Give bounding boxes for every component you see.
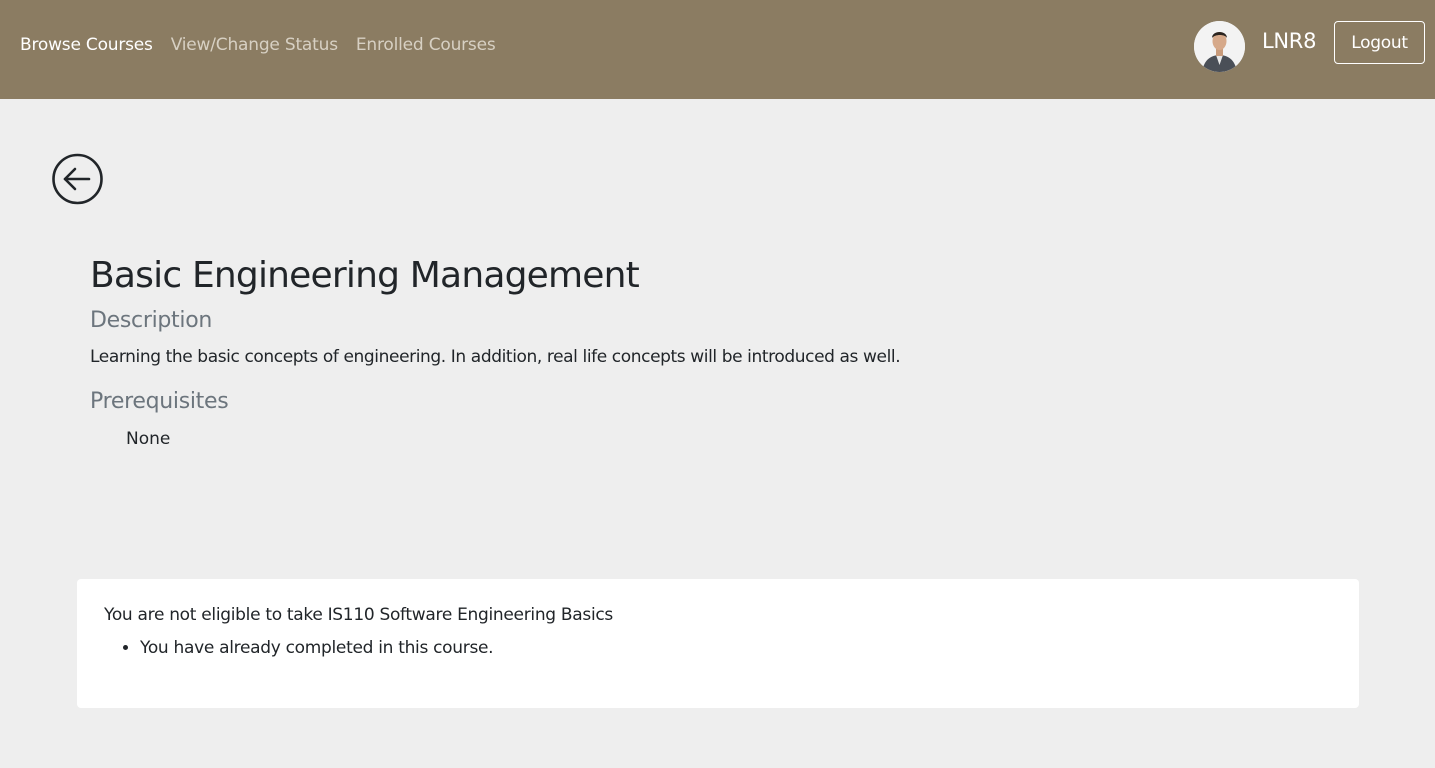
eligibility-reasons: You have already completed in this cours… <box>140 638 494 658</box>
course-title: Basic Engineering Management <box>90 255 640 296</box>
description-heading: Description <box>90 308 212 333</box>
user-avatar-icon <box>1194 21 1245 72</box>
course-description: Learning the basic concepts of engineeri… <box>90 347 901 367</box>
nav-view-change-status[interactable]: View/Change Status <box>171 35 338 55</box>
eligibility-alert: You are not eligible to take IS110 Softw… <box>77 579 1359 708</box>
nav-browse-courses[interactable]: Browse Courses <box>20 35 153 55</box>
nav-enrolled-courses[interactable]: Enrolled Courses <box>356 35 496 55</box>
prerequisites-list: None <box>126 429 170 449</box>
prerequisites-heading: Prerequisites <box>90 389 229 414</box>
top-navbar: Browse Courses View/Change Status Enroll… <box>0 0 1435 99</box>
nav-links: Browse Courses View/Change Status Enroll… <box>20 35 496 55</box>
avatar[interactable] <box>1194 21 1245 72</box>
eligibility-message: You are not eligible to take IS110 Softw… <box>104 605 613 625</box>
arrow-left-circle-icon <box>52 153 103 205</box>
prerequisite-item: None <box>126 429 171 449</box>
eligibility-reason-item: You have already completed in this cours… <box>140 638 494 658</box>
back-button[interactable] <box>51 153 104 206</box>
username: LNR8 <box>1262 29 1317 53</box>
logout-button[interactable]: Logout <box>1334 21 1425 64</box>
